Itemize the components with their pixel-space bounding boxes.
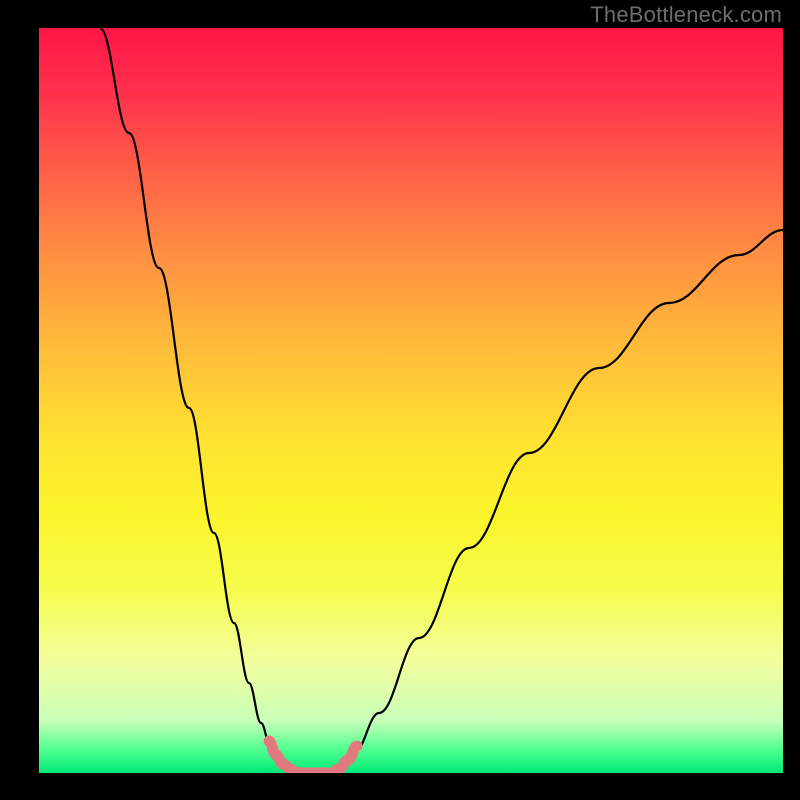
chart-svg (39, 28, 783, 773)
attribution-label: TheBottleneck.com (590, 2, 782, 28)
series-highlight-right (331, 746, 357, 773)
series-highlight-left (269, 741, 301, 773)
series-curve-right (331, 230, 783, 773)
plot-area (39, 28, 783, 773)
series-curve-left (100, 28, 301, 773)
chart-frame: TheBottleneck.com (0, 0, 800, 800)
